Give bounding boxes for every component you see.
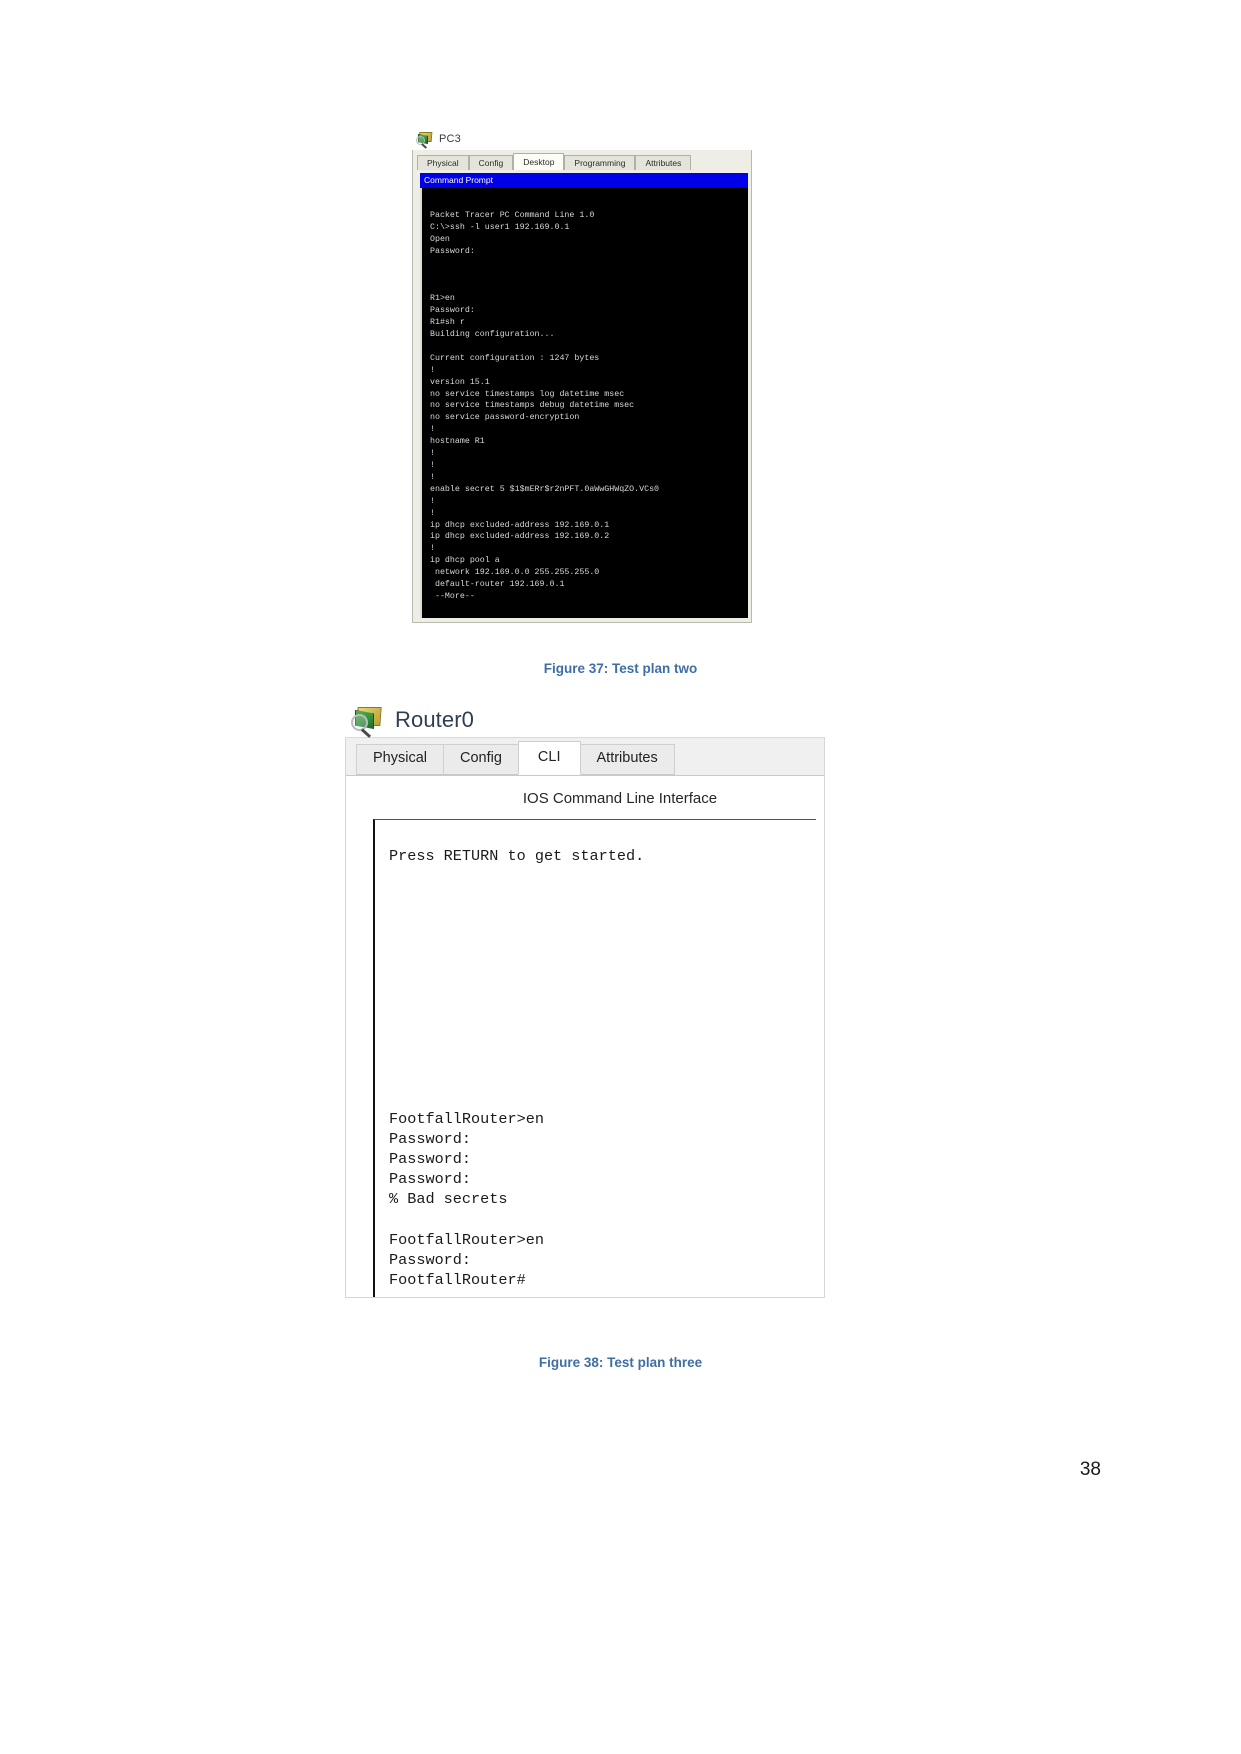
tab-attributes[interactable]: Attributes (579, 744, 675, 775)
tab-config[interactable]: Config (468, 154, 514, 170)
ios-cli-wrap: Press RETURN to get started. FootfallRou… (346, 819, 824, 1297)
pc3-device-name: PC3 (439, 133, 461, 145)
router0-cli-panel: IOS Command Line Interface Press RETURN … (346, 776, 824, 1297)
tab-attributes[interactable]: Attributes (635, 154, 692, 170)
packet-tracer-device-icon (351, 705, 385, 738)
tab-physical[interactable]: Physical (417, 154, 469, 170)
figure-38-caption: Figure 38: Test plan three (538, 1355, 703, 1370)
router0-device-name: Router0 (395, 707, 474, 732)
router0-window-title-row: Router0 (345, 703, 835, 738)
ios-cli-heading: IOS Command Line Interface (522, 790, 718, 807)
page-number: 38 (1079, 1459, 1101, 1480)
figure-37-caption: Figure 37: Test plan two (543, 661, 698, 676)
tab-physical[interactable]: Physical (356, 744, 444, 775)
command-prompt-terminal[interactable]: Packet Tracer PC Command Line 1.0 C:\>ss… (420, 188, 748, 619)
packet-tracer-device-icon (416, 131, 434, 149)
router0-tab-bar: Physical Config CLI Attributes (346, 738, 824, 776)
tab-cli[interactable]: CLI (517, 741, 581, 775)
pc3-desktop-panel: Command Prompt Packet Tracer PC Command … (413, 170, 751, 623)
command-prompt-title-bar: Command Prompt (420, 173, 748, 189)
tab-programming[interactable]: Programming (564, 154, 636, 170)
tab-desktop[interactable]: Desktop (513, 152, 565, 170)
pc3-tab-bar: Physical Config Desktop Programming Attr… (413, 150, 751, 170)
ios-cli-output[interactable]: Press RETURN to get started. FootfallRou… (373, 819, 816, 1297)
pc3-window-frame: Physical Config Desktop Programming Attr… (412, 150, 752, 624)
tab-config[interactable]: Config (443, 744, 519, 775)
figure-pc3: PC3 Physical Config Desktop Programming … (412, 128, 752, 624)
router0-window-frame: Physical Config CLI Attributes IOS Comma… (345, 737, 825, 1298)
pc3-window-title-row: PC3 (412, 128, 752, 150)
figure-router0: Router0 Physical Config CLI Attributes I… (345, 703, 835, 1298)
